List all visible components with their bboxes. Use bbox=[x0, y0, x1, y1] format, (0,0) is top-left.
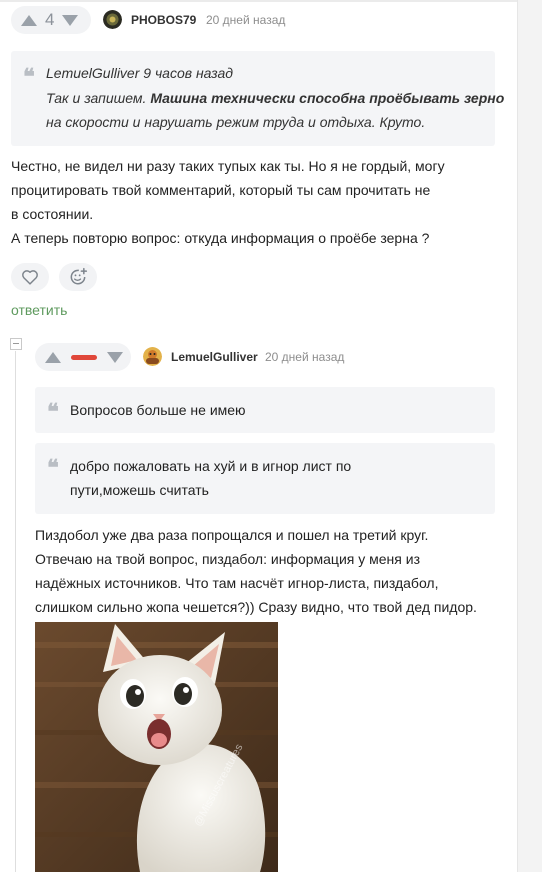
comment1-body-line: в состоянии. bbox=[11, 206, 94, 222]
thread-line[interactable] bbox=[15, 351, 16, 872]
quote-icon: ❝ bbox=[47, 455, 59, 481]
comment1-body-line: процитировать твой комментарий, который … bbox=[11, 182, 431, 198]
comment1-quote-line1: Так и запишем. Машина технически способн… bbox=[46, 86, 504, 110]
comment2-quote2: ❝ добро пожаловать на хуй и в игнор лист… bbox=[35, 443, 495, 514]
comment2-body-line: Отвечаю на твой вопрос, пиздабол: информ… bbox=[35, 551, 420, 567]
comment2-vote-control bbox=[35, 343, 131, 371]
comment1-quote-line1-bold: Машина технически способна проёбывать зе… bbox=[150, 90, 505, 106]
comment1-body: Честно, не видел ни разу таких тупых как… bbox=[11, 154, 491, 250]
comment1-quote-source: LemuelGulliver 9 часов назад bbox=[46, 65, 234, 81]
comment1-quote-line1-plain: Так и запишем. bbox=[46, 90, 151, 106]
arrow-up-icon[interactable] bbox=[45, 351, 61, 363]
comment1-date[interactable]: 20 дней назад bbox=[206, 13, 285, 27]
comment2-date[interactable]: 20 дней назад bbox=[265, 350, 344, 364]
comment2-body-line: слишком сильно жопа чешется?)) Сразу вид… bbox=[35, 599, 477, 615]
comment2-body-line: надёжных источников. Что там насчёт игно… bbox=[35, 575, 439, 591]
top-divider bbox=[0, 0, 518, 2]
comment1-author[interactable]: PHOBOS79 bbox=[131, 13, 196, 27]
comment1-quote-line2: на скорости и нарушать режим труда и отд… bbox=[46, 114, 426, 130]
comment2-quote1-text: Вопросов больше не имею bbox=[70, 402, 246, 418]
comment1-rating: 4 bbox=[45, 10, 55, 29]
comment1-avatar[interactable] bbox=[103, 10, 122, 29]
comment2-body: Пиздобол уже два раза попрощался и пошел… bbox=[35, 523, 505, 619]
comment2-body-line: Пиздобол уже два раза попрощался и пошел… bbox=[35, 527, 429, 543]
comment2-avatar[interactable] bbox=[143, 347, 162, 366]
comment2-author[interactable]: LemuelGulliver bbox=[171, 350, 258, 364]
like-button[interactable] bbox=[11, 263, 49, 291]
comment1-body-line: А теперь повторю вопрос: откуда информац… bbox=[11, 230, 430, 246]
comment2-quote2-line: пути,можешь считать bbox=[70, 482, 209, 498]
reply-link[interactable]: ответить bbox=[11, 302, 67, 318]
heart-icon bbox=[22, 270, 38, 285]
quote-icon: ❝ bbox=[23, 64, 35, 90]
negative-rating-bar bbox=[71, 354, 97, 360]
add-reaction-button[interactable] bbox=[59, 263, 97, 291]
comment1-quote: ❝ LemuelGulliver 9 часов назад Так и зап… bbox=[11, 51, 504, 146]
arrow-down-icon[interactable] bbox=[62, 14, 79, 26]
comment2-quote1: ❝ Вопросов больше не имею bbox=[35, 387, 495, 433]
comment1-vote-control: 4 bbox=[11, 6, 91, 34]
collapse-icon[interactable] bbox=[10, 338, 22, 350]
arrow-up-icon[interactable] bbox=[21, 14, 37, 26]
arrow-down-icon[interactable] bbox=[107, 351, 123, 363]
add-reaction-icon bbox=[70, 267, 88, 285]
page-scroll-gutter bbox=[517, 0, 542, 872]
quote-icon: ❝ bbox=[47, 399, 59, 425]
comment2-quote2-text: добро пожаловать на хуй и в игнор лист п… bbox=[70, 454, 480, 502]
comment2-quote2-line: добро пожаловать на хуй и в игнор лист п… bbox=[70, 458, 352, 474]
comment1-body-line: Честно, не видел ни разу таких тупых как… bbox=[11, 158, 445, 174]
cat-photo[interactable]: @Missuscreatures bbox=[35, 622, 278, 872]
